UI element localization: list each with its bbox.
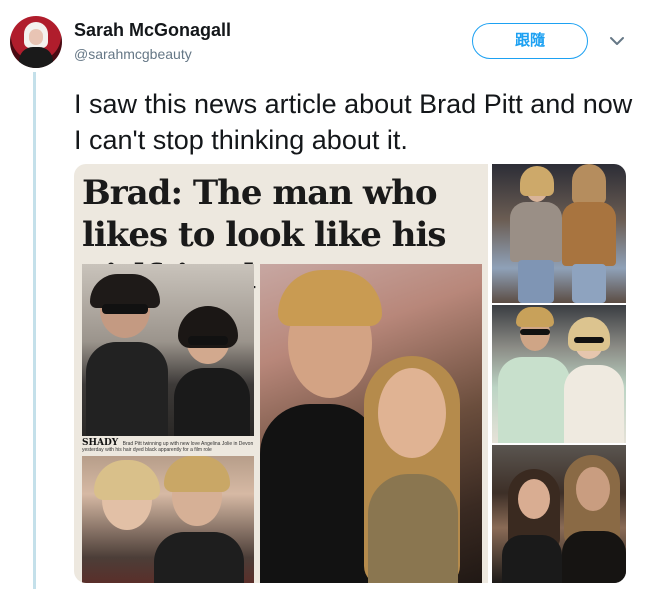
figure-dress bbox=[368, 474, 458, 583]
side-photo-bottom[interactable] bbox=[492, 445, 626, 583]
clipping-photo-top-left bbox=[82, 264, 254, 436]
tweet-media[interactable]: Brad: The man who likes to look like his… bbox=[74, 164, 626, 583]
figure-jeans bbox=[572, 264, 606, 303]
figure-hair bbox=[164, 456, 230, 492]
newspaper-clipping-image[interactable]: Brad: The man who likes to look like his… bbox=[74, 164, 488, 583]
user-handle[interactable]: @sarahmcgbeauty bbox=[74, 46, 192, 62]
figure-top bbox=[564, 365, 624, 443]
figure-head bbox=[518, 479, 550, 519]
figure-jacket bbox=[562, 202, 616, 266]
figure-hair bbox=[568, 317, 610, 351]
clipping-photo-main bbox=[260, 264, 482, 583]
figure-hair bbox=[516, 307, 554, 327]
figure-hair bbox=[90, 274, 160, 308]
figure-body bbox=[154, 532, 244, 583]
figure-hair bbox=[520, 166, 554, 196]
sunglasses bbox=[574, 337, 604, 343]
clipping-photo-bottom-left bbox=[82, 456, 254, 583]
figure-jeans bbox=[518, 260, 554, 303]
chevron-down-icon[interactable] bbox=[608, 34, 626, 48]
avatar-face bbox=[29, 29, 43, 45]
side-photo-top[interactable] bbox=[492, 164, 626, 303]
sunglasses bbox=[188, 336, 228, 345]
figure-dress bbox=[502, 535, 562, 583]
figure-sweater bbox=[510, 202, 562, 262]
follow-button[interactable]: 跟隨 bbox=[472, 23, 588, 59]
figure-hair bbox=[278, 270, 382, 326]
tweet-text: I saw this news article about Brad Pitt … bbox=[74, 89, 633, 155]
figure-hair bbox=[94, 460, 160, 500]
figure-shirt bbox=[260, 404, 380, 583]
sunglasses bbox=[520, 329, 550, 335]
avatar[interactable] bbox=[10, 16, 62, 68]
figure-suit bbox=[562, 531, 626, 583]
figure-hair bbox=[572, 164, 606, 204]
side-photo-middle[interactable] bbox=[492, 305, 626, 443]
clipping-caption: SHADY Brad Pitt twinning up with new lov… bbox=[82, 439, 254, 454]
figure-suit bbox=[86, 342, 168, 436]
figure-tshirt bbox=[498, 357, 570, 443]
figure-head bbox=[576, 467, 610, 511]
display-name[interactable]: Sarah McGonagall bbox=[74, 20, 231, 41]
sunglasses bbox=[102, 304, 148, 314]
thread-line bbox=[33, 72, 36, 589]
figure-head bbox=[378, 368, 446, 458]
figure-body bbox=[174, 368, 250, 436]
avatar-body bbox=[19, 47, 53, 68]
